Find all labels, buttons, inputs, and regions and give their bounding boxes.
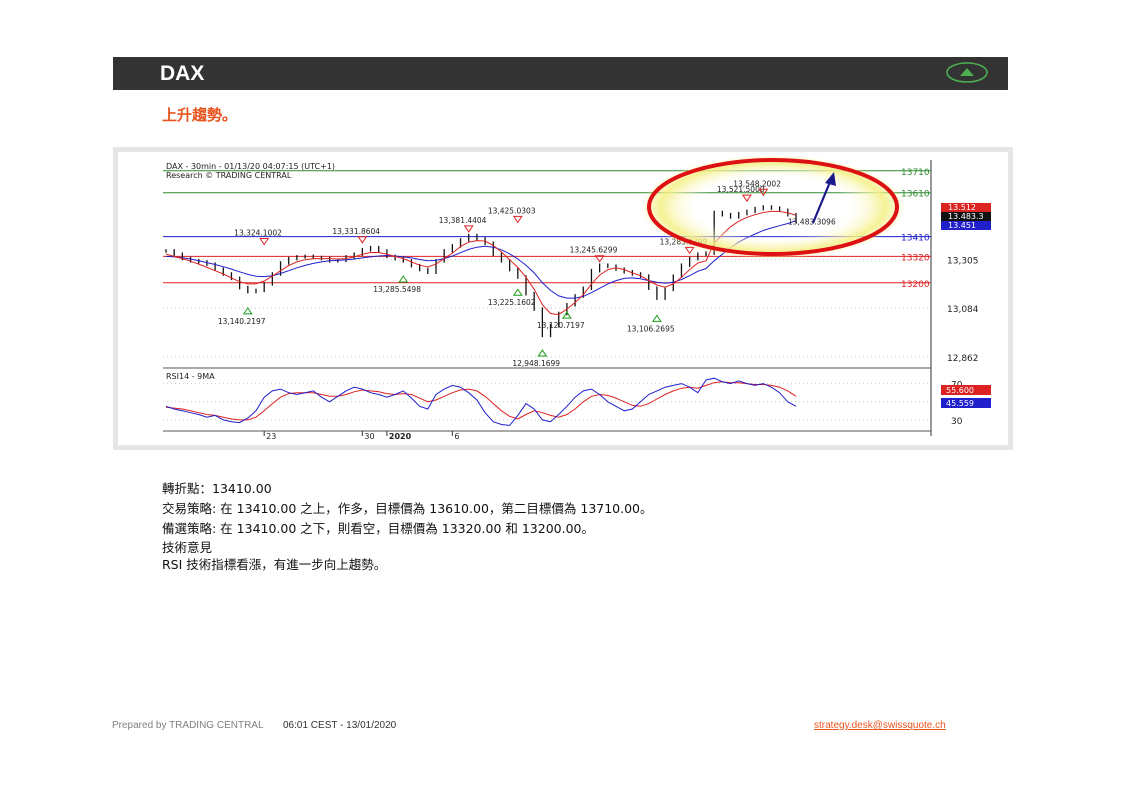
high-marker	[259, 238, 270, 246]
rsi-tick-label: 30	[951, 417, 963, 427]
rsi-tag-label: 55.600	[946, 386, 974, 395]
chart-subtitle: Research © TRADING CENTRAL	[166, 171, 292, 180]
level-label: 13610	[901, 190, 930, 200]
low-label: 13,140.2197	[218, 317, 266, 326]
x-tick-label: 2020	[389, 432, 412, 441]
chart-area: 13,30513,08412,8627050301371013610134101…	[118, 152, 1008, 445]
pivot-point: 轉折點：13410.00	[162, 481, 272, 496]
trend-subtitle: 上升趨勢。	[162, 106, 238, 124]
low-marker	[651, 314, 662, 322]
email-link[interactable]: strategy.desk@swissquote.ch	[814, 720, 946, 731]
trading-strategy: 交易策略: 在 13410.00 之上，作多，目標價為 13610.00，第二目…	[162, 501, 653, 516]
low-label: 13,285.5498	[373, 285, 421, 294]
low-label: 13,106.2695	[627, 324, 675, 333]
low-marker	[512, 288, 523, 296]
low-label: 12,948.1699	[512, 359, 560, 368]
rsi-title: RSI14 - 9MA	[166, 372, 215, 381]
rsi-tag-label: 45.559	[946, 399, 974, 408]
price-tag-label: 13.483.3	[948, 212, 984, 221]
level-label: 13320	[901, 253, 930, 263]
low-marker	[242, 306, 253, 315]
rsi-line	[165, 377, 797, 426]
comment-text: RSI 技術指標看漲，有進一步向上趨勢。	[162, 557, 387, 572]
level-label: 13710	[901, 168, 930, 178]
chart-frame: 13,30513,08412,8627050301371013610134101…	[113, 147, 1013, 450]
alternative-strategy: 備選策略: 在 13410.00 之下，則看空，目標價為 13320.00 和 …	[162, 521, 594, 536]
dax-chart: 13,30513,08412,8627050301371013610134101…	[163, 155, 991, 441]
low-label: 13,225.1602	[488, 298, 536, 307]
high-label: 13,331.8604	[332, 227, 380, 236]
high-marker	[357, 236, 368, 244]
price-tick-label: 12,862	[947, 354, 979, 364]
instrument-title: DAX	[160, 62, 205, 85]
high-marker	[463, 225, 474, 233]
prepared-by: Prepared by TRADING CENTRAL	[112, 720, 264, 731]
x-tick-label: 30	[364, 432, 374, 441]
high-label: 13,425.0303	[488, 206, 536, 215]
high-label: 13,245.6299	[570, 246, 618, 255]
analysis-notes: 轉折點：13410.00 交易策略: 在 13410.00 之上，作多，目標價為…	[162, 479, 653, 573]
high-marker	[512, 215, 523, 224]
level-label: 13200	[901, 280, 930, 290]
high-label: 13,324.1002	[234, 229, 282, 238]
highlight-glow	[641, 155, 905, 259]
low-label: 13,120.7197	[537, 321, 585, 330]
level-label: 13410	[901, 234, 930, 244]
x-tick-label: 23	[266, 432, 276, 441]
price-tag-label: 13.512	[948, 203, 976, 212]
low-marker	[537, 349, 548, 357]
up-triangle-icon	[946, 62, 988, 83]
price-tag-label: 13.451	[948, 221, 976, 230]
low-marker	[398, 275, 409, 283]
chart-title: DAX - 30min - 01/13/20 04:07:15 (UTC+1)	[166, 162, 335, 171]
header-bar: DAX	[113, 57, 1008, 90]
high-marker	[684, 246, 695, 255]
report-timestamp: 06:01 CEST - 13/01/2020	[283, 720, 397, 731]
price-tick-label: 13,084	[947, 305, 979, 315]
x-tick-label: 6	[454, 432, 459, 441]
price-tick-label: 13,305	[947, 257, 979, 267]
comment-title: 技術意見	[162, 540, 213, 555]
high-label: 13,381.4404	[439, 216, 487, 225]
